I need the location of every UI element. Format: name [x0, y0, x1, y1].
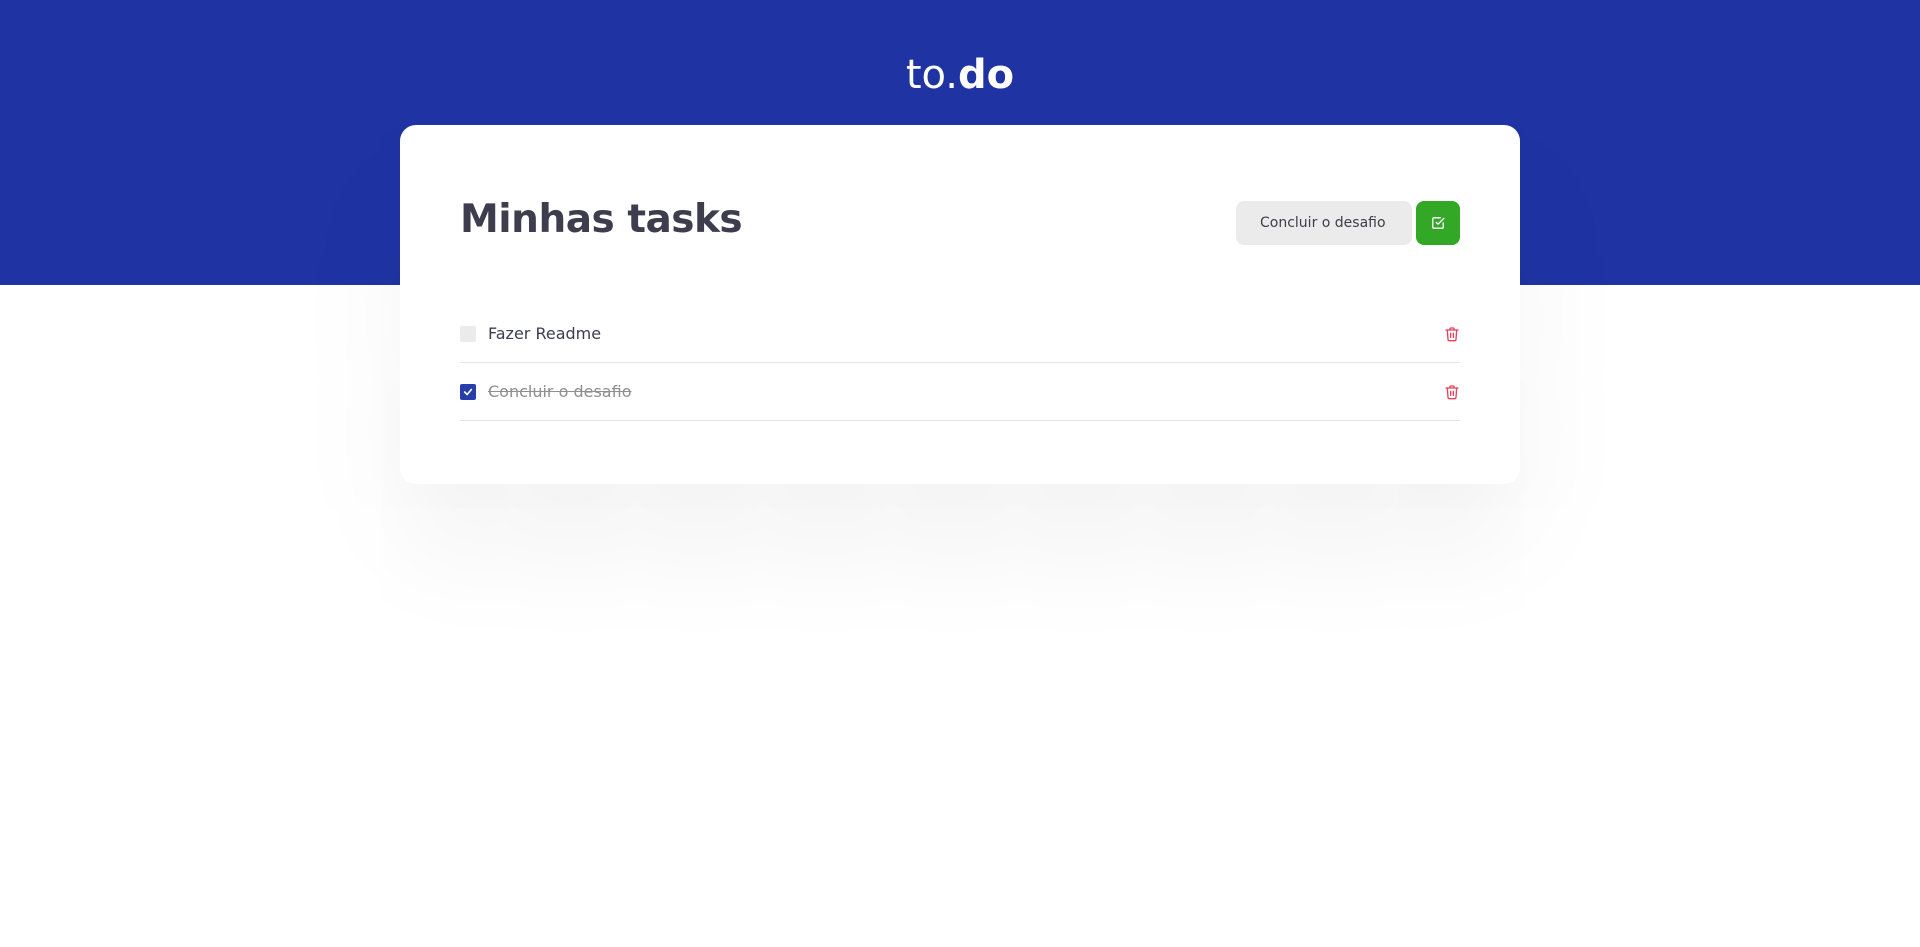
task-item: Concluir o desafio	[460, 363, 1460, 421]
trash-icon	[1444, 326, 1460, 342]
task-title: Concluir o desafio	[488, 382, 632, 401]
logo-bold-text: do	[958, 52, 1015, 98]
task-list: Fazer Readme Concluir o desafio	[460, 305, 1460, 421]
checkmark-icon	[463, 388, 473, 395]
add-task-button[interactable]	[1416, 201, 1460, 245]
task-content: Fazer Readme	[460, 324, 601, 343]
delete-task-button[interactable]	[1440, 322, 1464, 346]
logo-light-text: to.	[905, 52, 959, 98]
new-task-input[interactable]	[1236, 201, 1412, 245]
delete-task-button[interactable]	[1440, 380, 1464, 404]
task-content: Concluir o desafio	[460, 382, 631, 401]
page-title: Minhas tasks	[460, 197, 743, 242]
task-item: Fazer Readme	[460, 305, 1460, 363]
task-checkbox[interactable]	[460, 383, 476, 400]
task-checkbox[interactable]	[460, 325, 476, 342]
check-square-icon	[1431, 216, 1445, 230]
trash-icon	[1444, 384, 1460, 400]
task-title: Fazer Readme	[488, 324, 602, 343]
new-task-form	[1236, 201, 1460, 245]
app-logo: to.do	[0, 52, 1920, 98]
task-card: Minhas tasks Fazer Readme	[400, 125, 1520, 484]
